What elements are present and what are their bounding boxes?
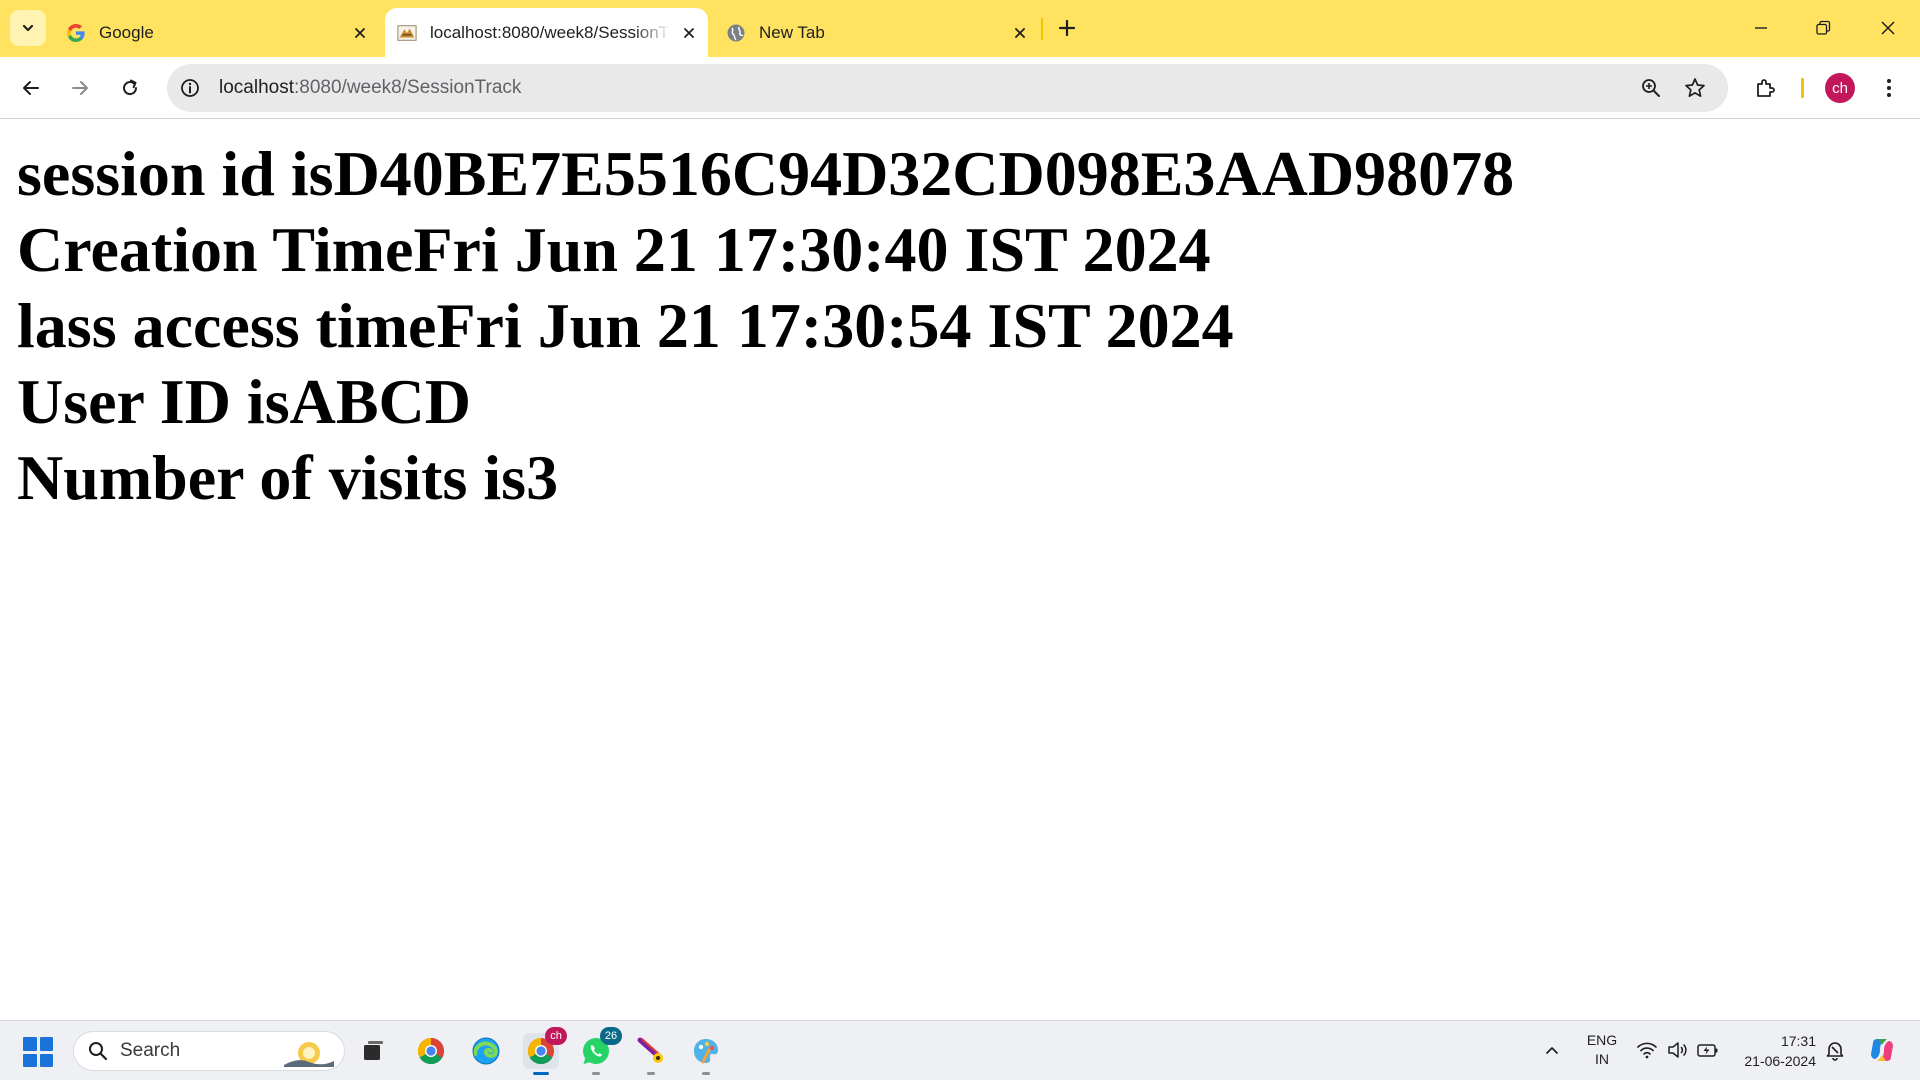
arrow-left-icon [23, 81, 39, 95]
toolbar-separator [1801, 78, 1804, 98]
globe-icon [726, 23, 746, 43]
battery-icon[interactable] [1695, 1037, 1721, 1063]
restore-icon [1816, 20, 1831, 35]
tab-search-button[interactable] [10, 10, 46, 46]
tab-google[interactable]: Google [66, 8, 371, 57]
google-g-icon [66, 23, 86, 43]
zoom-icon[interactable] [1639, 76, 1663, 100]
browser-tab-strip: Google localhost:8080/week8/SessionTrack… [0, 0, 1920, 57]
extensions-button[interactable] [1748, 71, 1782, 105]
forward-button[interactable] [63, 71, 97, 105]
taskbar-app-chrome-profile[interactable]: ch [523, 1027, 567, 1075]
session-id-line: session id isD40BE7E5516C94D32CD098E3AAD… [17, 138, 1515, 209]
taskbar-app-edge[interactable] [468, 1033, 504, 1069]
url-path: :8080/week8/SessionTrack [294, 77, 522, 98]
tab-title: New Tab [759, 22, 825, 42]
taskbar-search-box[interactable]: Search [73, 1031, 345, 1071]
user-id-line: User ID isABCD [17, 366, 471, 437]
edge-icon [472, 1037, 500, 1065]
more-vertical-icon [1887, 79, 1891, 97]
tab-title: Google [99, 22, 154, 42]
arrow-right-icon [72, 81, 88, 95]
reload-button[interactable] [113, 71, 147, 105]
clock-time: 17:31 [1780, 1033, 1816, 1049]
visit-count-line: Number of visits is3 [17, 442, 559, 513]
profile-avatar[interactable]: ch [1825, 73, 1855, 103]
paint-icon [694, 1039, 718, 1064]
close-icon[interactable] [1009, 22, 1031, 44]
close-window-button[interactable] [1866, 10, 1910, 46]
address-url[interactable]: localhost:8080/week8/SessionTrack [219, 77, 521, 99]
language-code: ENG [1586, 1032, 1618, 1048]
taskbar-app-eclipse[interactable] [633, 1033, 669, 1075]
chevron-up-icon [1546, 1047, 1558, 1054]
windows-taskbar: Search ch 26 ENG IN 17:31 21-06-2024 [0, 1020, 1920, 1080]
profile-badge: ch [545, 1027, 567, 1045]
taskbar-app-chrome[interactable] [413, 1033, 449, 1069]
close-icon[interactable] [349, 22, 371, 44]
eclipse-ide-icon [637, 1037, 663, 1063]
system-clock[interactable]: 17:31 21-06-2024 [1728, 1031, 1816, 1071]
tab-session-track[interactable]: localhost:8080/week8/SessionTrack [385, 8, 708, 57]
reload-icon [123, 79, 138, 96]
chrome-icon [417, 1037, 445, 1065]
tab-title: localhost:8080/week8/SessionTrack [430, 22, 670, 42]
last-access-time-line: lass access timeFri Jun 21 17:30:54 IST … [17, 290, 1234, 361]
tab-new-tab[interactable]: New Tab [726, 8, 1031, 57]
bookmark-star-icon[interactable] [1682, 75, 1708, 101]
taskbar-app-whatsapp[interactable]: 26 [578, 1027, 622, 1075]
volume-icon[interactable] [1664, 1037, 1690, 1063]
notifications-icon[interactable] [1822, 1037, 1848, 1063]
url-host: localhost [219, 77, 294, 98]
show-hidden-icons-button[interactable] [1539, 1037, 1565, 1063]
close-icon[interactable] [678, 22, 700, 44]
minimize-button[interactable] [1739, 10, 1783, 46]
notification-badge: 26 [600, 1027, 622, 1045]
plus-icon [1058, 19, 1076, 37]
windows-start-icon[interactable] [23, 1037, 53, 1067]
language-region: IN [1595, 1051, 1609, 1067]
search-highlight-icon [284, 1042, 334, 1067]
wifi-icon[interactable] [1634, 1037, 1660, 1063]
creation-time-line: Creation TimeFri Jun 21 17:30:40 IST 202… [17, 214, 1211, 285]
address-bar[interactable]: localhost:8080/week8/SessionTrack [167, 64, 1728, 112]
restore-button[interactable] [1801, 10, 1845, 46]
taskbar-app-task-view[interactable] [355, 1033, 391, 1069]
close-icon [1881, 21, 1895, 35]
browser-toolbar: localhost:8080/week8/SessionTrack ch [0, 57, 1920, 119]
new-tab-button[interactable] [1053, 14, 1081, 42]
chevron-down-icon [22, 24, 34, 32]
task-view-icon [364, 1041, 383, 1060]
browser-menu-button[interactable] [1872, 71, 1906, 105]
input-language-indicator[interactable]: ENG IN [1584, 1031, 1620, 1069]
search-icon [89, 1042, 108, 1061]
minimize-icon [1755, 27, 1767, 29]
copilot-icon[interactable] [1866, 1034, 1898, 1066]
page-content: session id isD40BE7E5516C94D32CD098E3AAD… [17, 136, 1897, 516]
back-button[interactable] [14, 71, 48, 105]
tomcat-icon [397, 23, 417, 43]
search-label: Search [120, 1040, 181, 1061]
tab-divider [1041, 18, 1043, 40]
taskbar-app-paint[interactable] [688, 1033, 724, 1075]
clock-date: 21-06-2024 [1744, 1053, 1816, 1069]
puzzle-icon [1757, 79, 1775, 97]
site-info-icon[interactable] [178, 76, 202, 100]
